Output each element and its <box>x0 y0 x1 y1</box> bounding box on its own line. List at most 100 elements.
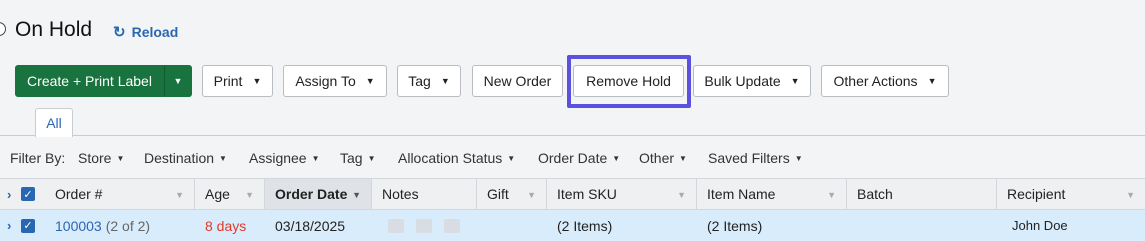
column-order-number[interactable]: Order # ▼ <box>45 179 195 209</box>
filter-assignee[interactable]: Assignee ▼ <box>249 150 320 166</box>
filter-store[interactable]: Store ▼ <box>78 150 124 166</box>
chevron-down-icon: ▼ <box>173 76 183 86</box>
column-item-sku-label: Item SKU <box>557 186 617 202</box>
column-batch[interactable]: Batch <box>847 179 997 209</box>
sort-icon: ▼ <box>677 190 686 200</box>
print-button[interactable]: Print ▼ <box>202 65 273 97</box>
chevron-right-icon: › <box>7 218 12 233</box>
sort-icon: ▼ <box>352 190 361 200</box>
internal-note-icon[interactable] <box>388 218 404 233</box>
other-actions-button[interactable]: Other Actions ▼ <box>821 65 949 97</box>
edit-note-icon[interactable] <box>444 218 460 233</box>
filter-by-label: Filter By: <box>10 150 66 166</box>
column-recipient-label: Recipient <box>1007 186 1066 202</box>
chevron-down-icon: ▼ <box>927 76 937 86</box>
bulk-update-button[interactable]: Bulk Update ▼ <box>693 65 811 97</box>
filter-destination[interactable]: Destination ▼ <box>144 150 227 166</box>
sort-icon: ▼ <box>245 190 254 200</box>
sort-icon: ▼ <box>175 190 184 200</box>
column-age[interactable]: Age ▼ <box>195 179 265 209</box>
grid-header: › ✓ Order # ▼ Age ▼ Order Date ▼ Notes Gift… <box>0 178 1145 210</box>
assign-to-label: Assign To <box>295 73 356 89</box>
age-cell: 8 days <box>205 217 247 234</box>
new-order-button[interactable]: New Order <box>472 65 563 97</box>
column-gift[interactable]: Gift ▼ <box>477 179 547 209</box>
create-print-label-button[interactable]: Create + Print Label <box>15 65 164 97</box>
filter-order-date[interactable]: Order Date ▼ <box>538 150 620 166</box>
chevron-down-icon: ▼ <box>507 153 516 163</box>
column-order-number-label: Order # <box>55 186 103 202</box>
select-all-checkbox[interactable]: ✓ <box>21 179 35 209</box>
column-item-name[interactable]: Item Name ▼ <box>697 179 847 209</box>
checkmark-icon: ✓ <box>21 187 35 201</box>
filter-destination-label: Destination <box>144 150 215 166</box>
filter-order-date-label: Order Date <box>538 150 608 166</box>
chevron-right-icon: › <box>7 186 12 202</box>
new-order-label: New Order <box>483 73 552 89</box>
column-order-date[interactable]: Order Date ▼ <box>265 179 372 209</box>
chevron-down-icon: ▼ <box>790 76 800 86</box>
table-row[interactable]: › ✓ 100003 (2 of 2) 8 days 03/18/2025 (2… <box>0 210 1145 241</box>
order-number-link[interactable]: 100003 <box>55 218 102 234</box>
tag-button[interactable]: Tag ▼ <box>397 65 461 97</box>
chevron-down-icon: ▼ <box>612 153 621 163</box>
sort-icon: ▼ <box>527 190 536 200</box>
create-print-label-text: Create + Print Label <box>27 73 152 89</box>
tab-all[interactable]: All <box>35 108 73 137</box>
tab-bar: All <box>0 108 1145 137</box>
chevron-down-icon: ▼ <box>367 153 376 163</box>
filter-saved-filters-label: Saved Filters <box>708 150 790 166</box>
row-expand-button[interactable]: › <box>7 210 11 241</box>
remove-hold-button[interactable]: Remove Hold <box>573 65 684 97</box>
column-item-sku[interactable]: Item SKU ▼ <box>547 179 697 209</box>
item-sku-cell: (2 Items) <box>557 217 613 234</box>
filter-saved-filters[interactable]: Saved Filters ▼ <box>708 150 803 166</box>
column-gift-label: Gift <box>487 186 509 202</box>
message-note-icon[interactable] <box>416 218 432 233</box>
checkmark-icon: ✓ <box>21 218 35 233</box>
create-options-button[interactable]: ▼ <box>164 65 192 97</box>
filter-assignee-label: Assignee <box>249 150 307 166</box>
column-order-date-label: Order Date <box>275 186 348 202</box>
filter-allocation-status[interactable]: Allocation Status ▼ <box>398 150 515 166</box>
order-number-cell: 100003 (2 of 2) <box>55 210 150 241</box>
column-recipient[interactable]: Recipient ▼ <box>997 179 1145 209</box>
chevron-down-icon: ▼ <box>440 76 450 86</box>
chevron-down-icon: ▼ <box>252 76 262 86</box>
chevron-down-icon: ▼ <box>365 76 375 86</box>
reload-label: Reload <box>131 24 179 40</box>
chevron-down-icon: ▼ <box>679 153 687 163</box>
page-title: On Hold <box>15 18 93 41</box>
other-actions-label: Other Actions <box>833 73 918 89</box>
order-count: (2 of 2) <box>105 217 151 234</box>
expand-all-button[interactable]: › <box>7 179 11 209</box>
assign-to-button[interactable]: Assign To ▼ <box>283 65 387 97</box>
filter-allocation-status-label: Allocation Status <box>398 150 503 166</box>
recipient-cell: John Doe <box>1012 218 1068 233</box>
bulk-update-label: Bulk Update <box>704 73 781 89</box>
filter-other[interactable]: Other ▼ <box>639 150 687 166</box>
view-radio[interactable] <box>0 22 6 36</box>
reload-button[interactable]: ↻ Reload <box>113 23 178 41</box>
sort-icon: ▼ <box>1126 190 1135 200</box>
remove-hold-label: Remove Hold <box>586 73 671 89</box>
filter-tag-label: Tag <box>340 150 363 166</box>
column-batch-label: Batch <box>857 186 893 202</box>
chevron-down-icon: ▼ <box>219 153 227 163</box>
filter-other-label: Other <box>639 150 675 166</box>
row-checkbox[interactable]: ✓ <box>21 210 35 241</box>
chevron-down-icon: ▼ <box>794 153 803 163</box>
chevron-down-icon: ▼ <box>311 153 320 163</box>
tag-label: Tag <box>408 73 431 89</box>
column-age-label: Age <box>205 186 230 202</box>
column-notes[interactable]: Notes <box>372 179 477 209</box>
item-name-cell: (2 Items) <box>707 217 763 234</box>
reload-icon: ↻ <box>113 24 126 41</box>
chevron-down-icon: ▼ <box>116 153 125 163</box>
filter-bar: Filter By: Store ▼ Destination ▼ Assignee ▼… <box>0 137 1145 178</box>
filter-store-label: Store <box>78 150 112 166</box>
print-label: Print <box>213 73 243 89</box>
filter-tag[interactable]: Tag ▼ <box>340 150 376 166</box>
sort-icon: ▼ <box>827 190 836 200</box>
column-item-name-label: Item Name <box>707 186 776 202</box>
